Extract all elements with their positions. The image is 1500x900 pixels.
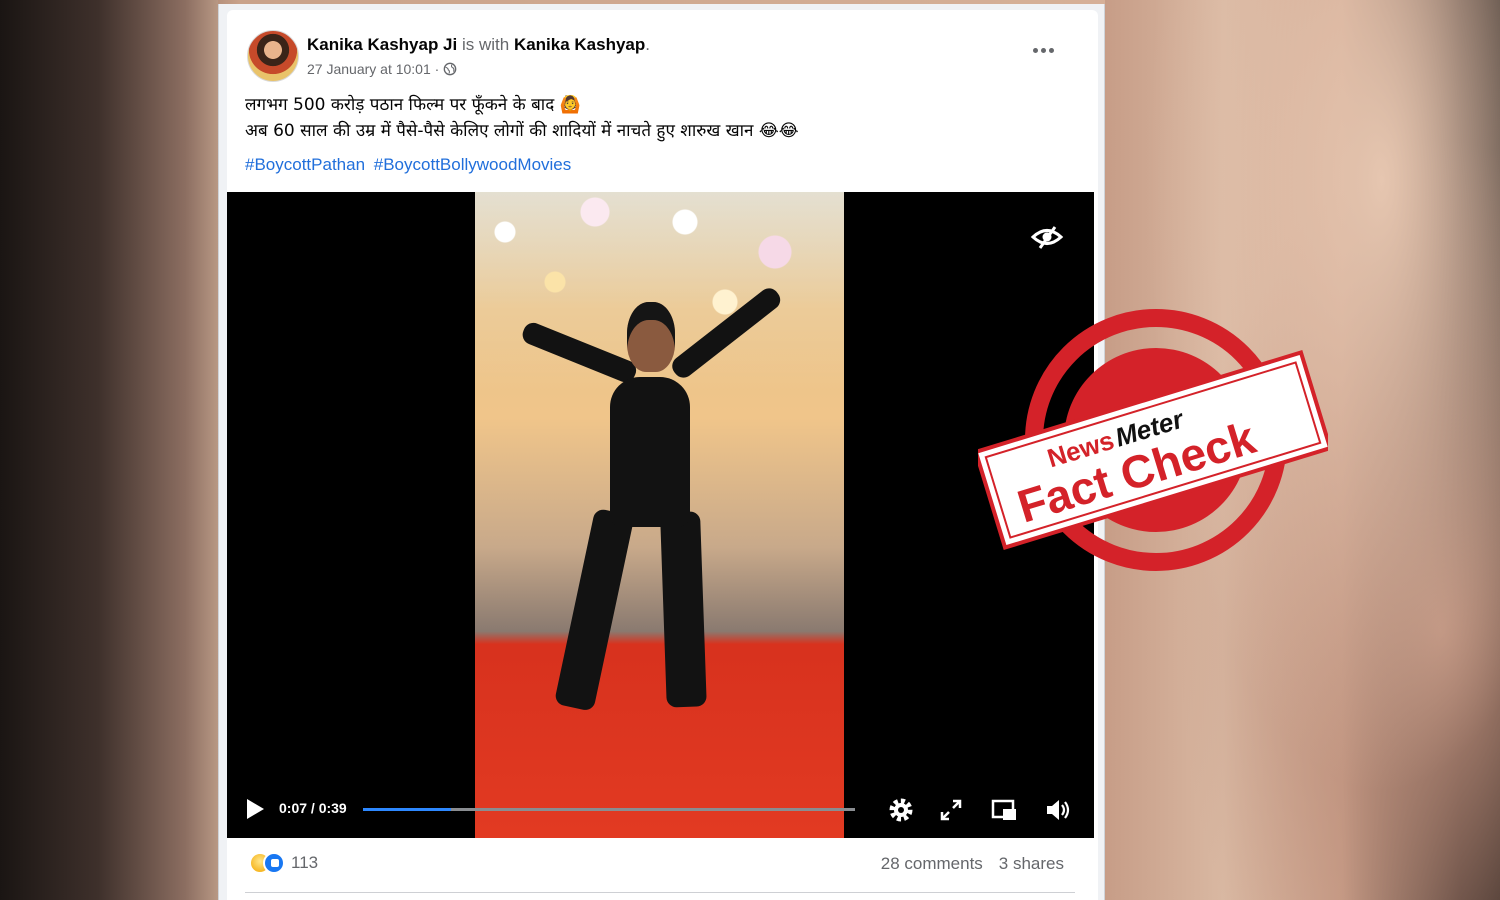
- video-player[interactable]: 0:07 / 0:39: [227, 192, 1094, 838]
- hashtag-link[interactable]: #BoycottBollywoodMovies: [374, 155, 571, 174]
- reactions-summary[interactable]: 113: [249, 852, 318, 874]
- author-avatar[interactable]: [247, 30, 299, 82]
- post-meta: 27 January at 10:01 ·: [307, 61, 457, 77]
- hashtag-link[interactable]: #BoycottPathan: [245, 155, 365, 174]
- progress-fill: [363, 808, 452, 811]
- reaction-icons: [249, 852, 285, 874]
- progress-bar[interactable]: [363, 808, 855, 811]
- play-icon[interactable]: [245, 798, 265, 820]
- more-icon-dot: [1048, 47, 1054, 53]
- video-time: 0:07 / 0:39: [279, 800, 347, 816]
- globe-icon: [443, 62, 457, 76]
- video-controls: 0:07 / 0:39: [227, 782, 1094, 838]
- post-text-line-2: अब 60 साल की उम्र में पैसे-पैसे केलिए लो…: [245, 121, 799, 141]
- more-icon-dot: [1040, 47, 1046, 53]
- shares-count[interactable]: 3 shares: [999, 854, 1064, 874]
- like-reaction-icon: [263, 852, 285, 874]
- with-text: is with: [457, 35, 514, 54]
- hashtags: #BoycottPathan #BoycottBollywoodMovies: [245, 155, 575, 175]
- eye-slash-icon[interactable]: [1030, 224, 1064, 250]
- post-text: लगभग 500 करोड़ पठान फिल्म पर फूँकने के ब…: [245, 92, 1085, 144]
- video-figure: [627, 302, 675, 372]
- more-icon: [1032, 47, 1038, 53]
- comments-count[interactable]: 28 comments: [881, 854, 983, 874]
- settings-icon[interactable]: [887, 796, 915, 824]
- author-name[interactable]: Kanika Kashyap Ji: [307, 35, 457, 54]
- video-frame: [475, 192, 844, 838]
- fullscreen-icon[interactable]: [937, 796, 965, 824]
- video-figure: [660, 511, 707, 708]
- pip-icon[interactable]: [990, 796, 1018, 824]
- engagement-stats: 28 comments 3 shares: [881, 854, 1064, 874]
- fact-check-stamp: News Meter Fact Check: [978, 309, 1328, 571]
- more-options-button[interactable]: [1028, 40, 1058, 60]
- video-figure: [553, 507, 635, 712]
- tagged-name[interactable]: Kanika Kashyap: [514, 35, 645, 54]
- reaction-count: 113: [291, 853, 319, 872]
- tagged-suffix: .: [645, 35, 651, 54]
- divider: [245, 892, 1075, 893]
- facebook-post-card: Kanika Kashyap Ji is with Kanika Kashyap…: [218, 4, 1105, 900]
- post-header: Kanika Kashyap Ji is with Kanika Kashyap…: [307, 35, 650, 55]
- post: Kanika Kashyap Ji is with Kanika Kashyap…: [227, 10, 1098, 900]
- volume-icon[interactable]: [1044, 796, 1072, 824]
- post-text-line-1: लगभग 500 करोड़ पठान फिल्म पर फूँकने के ब…: [245, 95, 581, 115]
- video-figure: [610, 377, 690, 527]
- background-left: [0, 0, 218, 900]
- timestamp[interactable]: 27 January at 10:01 ·: [307, 61, 439, 77]
